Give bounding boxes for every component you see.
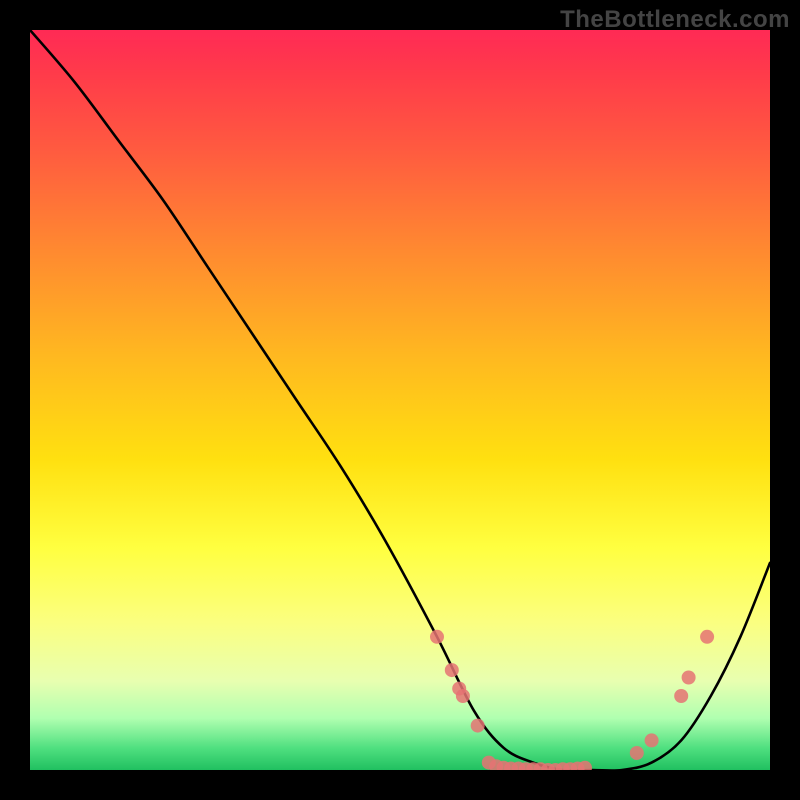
data-point: [682, 671, 696, 685]
data-point: [456, 689, 470, 703]
curve-svg: [30, 30, 770, 770]
data-point: [430, 630, 444, 644]
bottleneck-curve: [30, 30, 770, 770]
plot-area: [30, 30, 770, 770]
data-point: [645, 733, 659, 747]
data-point: [471, 719, 485, 733]
data-point: [445, 663, 459, 677]
data-point: [674, 689, 688, 703]
chart-container: TheBottleneck.com: [0, 0, 800, 800]
data-point: [630, 746, 644, 760]
data-point: [700, 630, 714, 644]
